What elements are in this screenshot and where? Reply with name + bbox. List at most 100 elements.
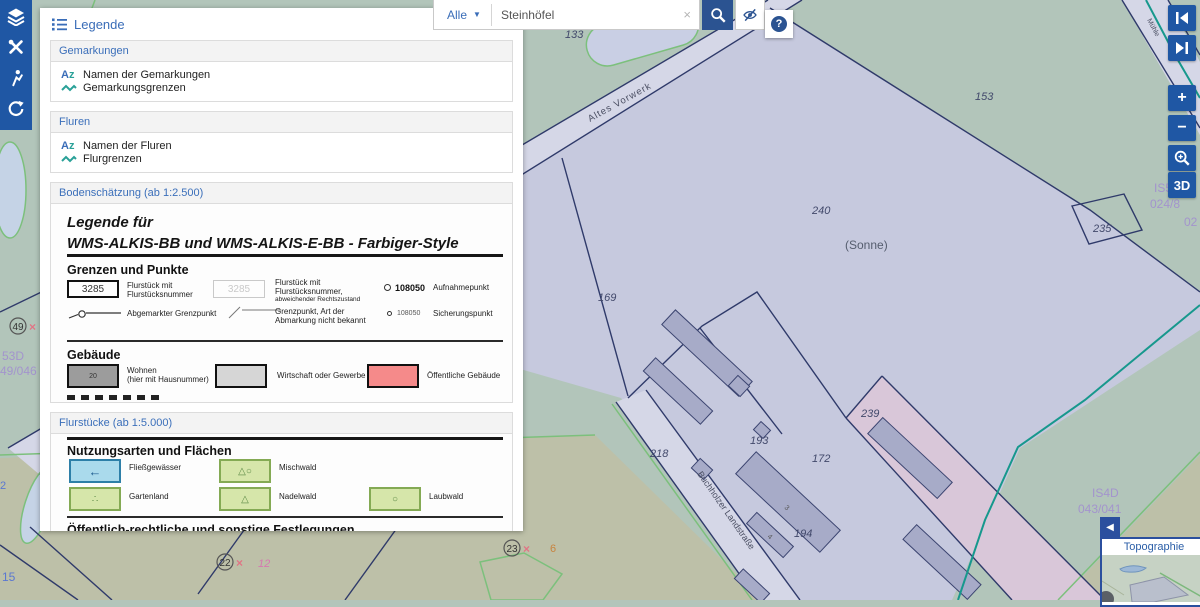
minimap-collapse-button[interactable]: ◀ bbox=[1100, 517, 1120, 537]
parcel-label: 194 bbox=[794, 528, 812, 540]
legend-section-bodenschaetzung: Bodenschätzung (ab 1:2.500) Legende für … bbox=[50, 182, 513, 403]
3d-view-button[interactable]: 3D bbox=[1168, 172, 1196, 198]
parcel-label: 133 bbox=[565, 29, 584, 41]
search-button[interactable] bbox=[702, 0, 733, 30]
legend-item-label: Namen der Gemarkungen bbox=[83, 69, 210, 81]
hide-results-button[interactable] bbox=[735, 0, 765, 30]
legend-item-label: Fließgewässer bbox=[129, 463, 181, 472]
survey-point-number: 49 bbox=[12, 322, 24, 333]
az-label-icon: Az bbox=[61, 140, 83, 152]
label-line: Flurstück mit bbox=[127, 281, 193, 290]
legend-item: Az Namen der Fluren bbox=[61, 139, 504, 152]
label-line: Flurstücksnummer, bbox=[275, 287, 360, 296]
skip-back-icon bbox=[1175, 12, 1189, 24]
tools-icon bbox=[7, 38, 25, 56]
survey-point-number: 22 bbox=[219, 558, 231, 569]
chevron-left-icon: ◀ bbox=[1106, 522, 1114, 533]
tools-button[interactable] bbox=[4, 36, 28, 58]
dashed-line-preview bbox=[67, 395, 159, 400]
walking-person-icon bbox=[7, 69, 25, 87]
label-line: Flurstück mit bbox=[275, 278, 360, 287]
legend-item-label: Gartenland bbox=[129, 492, 169, 501]
label-line: abweichender Rechtszustand bbox=[275, 296, 360, 303]
overview-minimap[interactable]: Topographie bbox=[1100, 537, 1200, 607]
az-a: A bbox=[61, 69, 69, 81]
zoom-box-button[interactable] bbox=[1168, 145, 1196, 171]
point-circle-icon bbox=[387, 311, 392, 316]
grid-sheet-label: 02 bbox=[1184, 215, 1198, 229]
legend-item-label: Öffentliche Gebäude bbox=[427, 371, 500, 380]
point-label: 6 bbox=[550, 543, 556, 555]
search-icon bbox=[709, 6, 727, 24]
legend-item-label: Namen der Fluren bbox=[83, 140, 172, 152]
legend-item-label: Nadelwald bbox=[279, 492, 316, 501]
clear-search-icon[interactable]: × bbox=[681, 7, 699, 22]
legend-item: Az Namen der Gemarkungen bbox=[61, 68, 504, 81]
az-a: A bbox=[61, 140, 69, 152]
label-line: Wohnen bbox=[127, 366, 209, 375]
legend-section-fluren: Fluren Az Namen der Fluren Flurgrenzen bbox=[50, 111, 513, 173]
water-swatch: ← bbox=[69, 459, 121, 483]
red-cross-mark: × bbox=[29, 320, 36, 334]
search-box: Alle ▼ × bbox=[433, 0, 700, 30]
label-line: Grenzpunkt, Art der bbox=[275, 307, 366, 316]
section-title: Gemarkungen bbox=[51, 41, 512, 62]
point-label: 2 bbox=[0, 480, 6, 492]
search-bar: Alle ▼ × bbox=[433, 0, 765, 30]
legend-item: Gemarkungsgrenzen bbox=[61, 81, 504, 94]
wms-legend-graphic: Nutzungsarten und Flächen ← Fließgewässe… bbox=[51, 434, 512, 531]
legend-item-label: Mischwald bbox=[279, 463, 316, 472]
minimap-map bbox=[1102, 555, 1200, 602]
residential-swatch: 20 bbox=[67, 364, 119, 388]
red-cross-mark: × bbox=[236, 556, 243, 570]
public-building-swatch bbox=[367, 364, 419, 388]
list-icon bbox=[52, 18, 67, 31]
search-input[interactable] bbox=[492, 8, 681, 22]
search-scope-value: Alle bbox=[447, 8, 467, 22]
point-number: 108050 bbox=[395, 283, 425, 293]
grid-sheet-label: 53D bbox=[2, 349, 24, 363]
divider bbox=[67, 340, 503, 342]
parcel-number-swatch: 3285 bbox=[67, 280, 119, 298]
red-cross-mark: × bbox=[523, 542, 530, 556]
section-title: Flurstücke (ab 1:5.000) bbox=[51, 413, 512, 434]
3d-label: 3D bbox=[1174, 179, 1191, 192]
previous-view-button[interactable] bbox=[1168, 5, 1196, 31]
legend-item-label: Flurstück mit Flurstücksnummer bbox=[127, 281, 193, 299]
conifer-forest-swatch: △ bbox=[219, 487, 271, 511]
legend-section-flurstuecke: Flurstücke (ab 1:5.000) Nutzungsarten un… bbox=[50, 412, 513, 531]
section-title: Fluren bbox=[51, 112, 512, 133]
legend-item-label: Flurgrenzen bbox=[83, 153, 142, 165]
grid-sheet-label: 49/046 bbox=[0, 364, 37, 378]
refresh-icon bbox=[7, 100, 25, 118]
refresh-button[interactable] bbox=[4, 98, 28, 120]
boundary-wave-icon bbox=[61, 155, 83, 163]
az-z: z bbox=[69, 140, 75, 152]
commercial-swatch bbox=[215, 364, 267, 388]
legend-item: Flurgrenzen bbox=[61, 152, 504, 165]
chevron-down-icon: ▼ bbox=[473, 10, 481, 19]
left-toolbar bbox=[0, 0, 32, 130]
parcel-label: 240 bbox=[811, 205, 831, 217]
point-label: 12 bbox=[258, 558, 270, 570]
tour-button[interactable] bbox=[4, 67, 28, 89]
next-view-button[interactable] bbox=[1168, 35, 1196, 61]
garden-swatch: ∴ bbox=[69, 487, 121, 511]
point-circle-icon bbox=[384, 284, 391, 291]
legend-item-label: Aufnahmepunkt bbox=[433, 283, 489, 292]
layers-button[interactable] bbox=[4, 5, 28, 27]
divider bbox=[67, 254, 503, 257]
zoom-out-button[interactable]: − bbox=[1168, 115, 1196, 141]
legend-item-label: Wirtschaft oder Gewerbe bbox=[277, 371, 365, 380]
wms-legend-title: Legende für WMS-ALKIS-BB und WMS-ALKIS-E… bbox=[67, 212, 459, 254]
help-button[interactable]: ? bbox=[765, 10, 793, 38]
plus-icon: + bbox=[1177, 90, 1186, 106]
divider bbox=[67, 516, 503, 518]
zoom-in-button[interactable]: + bbox=[1168, 85, 1196, 111]
parcel-number-swatch-faded: 3285 bbox=[213, 280, 265, 298]
skip-forward-icon bbox=[1175, 42, 1189, 54]
group-heading: Öffentlich-rechtliche und sonstige Festl… bbox=[67, 523, 355, 531]
parcel-label: 239 bbox=[860, 408, 879, 420]
search-scope-dropdown[interactable]: Alle ▼ bbox=[434, 0, 491, 29]
label-line: Abmarkung nicht bekannt bbox=[275, 316, 366, 325]
